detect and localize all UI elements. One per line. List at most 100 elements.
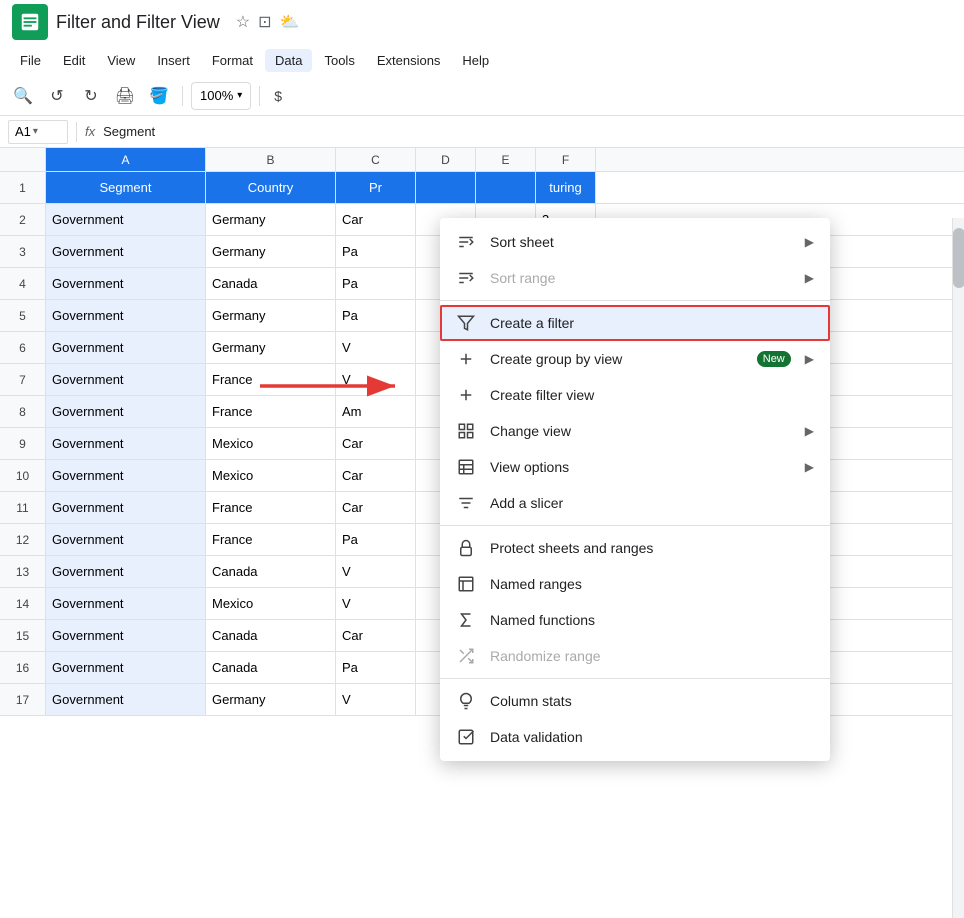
cell-country-5[interactable]: Germany bbox=[206, 300, 336, 331]
cell-C1[interactable]: Pr bbox=[336, 172, 416, 203]
cell-c-7[interactable]: V bbox=[336, 364, 416, 395]
currency-btn[interactable]: $ bbox=[268, 86, 288, 106]
valid-icon bbox=[456, 727, 476, 747]
cell-c-5[interactable]: Pa bbox=[336, 300, 416, 331]
cell-reference[interactable]: A1 ▾ bbox=[8, 120, 68, 144]
menu-data[interactable]: Data bbox=[265, 49, 312, 72]
cell-country-3[interactable]: Germany bbox=[206, 236, 336, 267]
cell-country-9[interactable]: Mexico bbox=[206, 428, 336, 459]
cell-country-2[interactable]: Germany bbox=[206, 204, 336, 235]
camera-icon[interactable]: ⊡ bbox=[258, 12, 271, 32]
cell-country-13[interactable]: Canada bbox=[206, 556, 336, 587]
zoom-dropdown-icon: ▾ bbox=[237, 90, 242, 101]
cell-country-14[interactable]: Mexico bbox=[206, 588, 336, 619]
cell-c-10[interactable]: Car bbox=[336, 460, 416, 491]
menu-insert[interactable]: Insert bbox=[147, 49, 200, 72]
menu-item-change-view[interactable]: Change view ▶ bbox=[440, 413, 830, 449]
cell-country-17[interactable]: Germany bbox=[206, 684, 336, 715]
cell-segment-11[interactable]: Government bbox=[46, 492, 206, 523]
menu-file[interactable]: File bbox=[10, 49, 51, 72]
cell-A1[interactable]: Segment bbox=[46, 172, 206, 203]
menu-view[interactable]: View bbox=[97, 49, 145, 72]
cell-c-9[interactable]: Car bbox=[336, 428, 416, 459]
cell-segment-14[interactable]: Government bbox=[46, 588, 206, 619]
cell-c-12[interactable]: Pa bbox=[336, 524, 416, 555]
cell-segment-8[interactable]: Government bbox=[46, 396, 206, 427]
redo-btn[interactable]: ↻ bbox=[76, 81, 106, 111]
cell-country-11[interactable]: France bbox=[206, 492, 336, 523]
cell-country-8[interactable]: France bbox=[206, 396, 336, 427]
cell-segment-12[interactable]: Government bbox=[46, 524, 206, 555]
col-header-F[interactable]: F bbox=[536, 148, 596, 171]
menu-item-protect-sheets[interactable]: Protect sheets and ranges bbox=[440, 530, 830, 566]
cell-segment-15[interactable]: Government bbox=[46, 620, 206, 651]
undo-btn[interactable]: ↺ bbox=[42, 81, 72, 111]
cell-c-13[interactable]: V bbox=[336, 556, 416, 587]
menu-tools[interactable]: Tools bbox=[314, 49, 364, 72]
cell-country-7[interactable]: France bbox=[206, 364, 336, 395]
menu-item-column-stats[interactable]: Column stats bbox=[440, 683, 830, 719]
menu-extensions[interactable]: Extensions bbox=[367, 49, 451, 72]
print-btn[interactable]: 🖨 bbox=[110, 81, 140, 111]
cell-c-16[interactable]: Pa bbox=[336, 652, 416, 683]
menu-item-sort-sheet[interactable]: Sort sheet ▶ bbox=[440, 224, 830, 260]
zoom-selector[interactable]: 100% ▾ bbox=[191, 82, 251, 110]
cell-country-15[interactable]: Canada bbox=[206, 620, 336, 651]
cell-segment-6[interactable]: Government bbox=[46, 332, 206, 363]
menu-format[interactable]: Format bbox=[202, 49, 263, 72]
cell-segment-13[interactable]: Government bbox=[46, 556, 206, 587]
menu-item-create-filter[interactable]: Create a filter bbox=[440, 305, 830, 341]
row-num-2: 2 bbox=[0, 204, 46, 235]
menu-item-label-data-validation: Data validation bbox=[490, 729, 814, 745]
cell-segment-7[interactable]: Government bbox=[46, 364, 206, 395]
menu-item-data-validation[interactable]: Data validation bbox=[440, 719, 830, 755]
cell-c-17[interactable]: V bbox=[336, 684, 416, 715]
cell-c-2[interactable]: Car bbox=[336, 204, 416, 235]
cell-c-15[interactable]: Car bbox=[336, 620, 416, 651]
cell-country-10[interactable]: Mexico bbox=[206, 460, 336, 491]
search-btn[interactable]: 🔍 bbox=[8, 81, 38, 111]
col-header-E[interactable]: E bbox=[476, 148, 536, 171]
scrollbar-thumb[interactable] bbox=[953, 228, 964, 288]
cell-segment-2[interactable]: Government bbox=[46, 204, 206, 235]
menu-item-view-options[interactable]: View options ▶ bbox=[440, 449, 830, 485]
menu-item-named-ranges[interactable]: Named ranges bbox=[440, 566, 830, 602]
cell-D1[interactable] bbox=[416, 172, 476, 203]
cloud-icon[interactable]: ⛅ bbox=[279, 12, 299, 32]
menu-item-create-group-view[interactable]: Create group by view New ▶ bbox=[440, 341, 830, 377]
cell-F1[interactable]: turing bbox=[536, 172, 596, 203]
cell-c-4[interactable]: Pa bbox=[336, 268, 416, 299]
menu-item-create-filter-view[interactable]: Create filter view bbox=[440, 377, 830, 413]
cell-E1[interactable] bbox=[476, 172, 536, 203]
cell-c-11[interactable]: Car bbox=[336, 492, 416, 523]
cell-c-3[interactable]: Pa bbox=[336, 236, 416, 267]
col-header-A[interactable]: A bbox=[46, 148, 206, 171]
row-num-15: 15 bbox=[0, 620, 46, 651]
col-header-B[interactable]: B bbox=[206, 148, 336, 171]
cell-country-12[interactable]: France bbox=[206, 524, 336, 555]
col-header-D[interactable]: D bbox=[416, 148, 476, 171]
menu-help[interactable]: Help bbox=[452, 49, 499, 72]
cell-segment-5[interactable]: Government bbox=[46, 300, 206, 331]
cell-segment-17[interactable]: Government bbox=[46, 684, 206, 715]
cell-B1[interactable]: Country bbox=[206, 172, 336, 203]
star-icon[interactable]: ☆ bbox=[236, 12, 250, 32]
menu-item-add-slicer[interactable]: Add a slicer bbox=[440, 485, 830, 521]
cell-segment-16[interactable]: Government bbox=[46, 652, 206, 683]
cell-segment-3[interactable]: Government bbox=[46, 236, 206, 267]
cell-segment-9[interactable]: Government bbox=[46, 428, 206, 459]
cell-c-14[interactable]: V bbox=[336, 588, 416, 619]
cell-segment-10[interactable]: Government bbox=[46, 460, 206, 491]
scrollbar[interactable] bbox=[952, 218, 964, 918]
row-num-8: 8 bbox=[0, 396, 46, 427]
menu-item-named-functions[interactable]: Named functions bbox=[440, 602, 830, 638]
menu-edit[interactable]: Edit bbox=[53, 49, 95, 72]
cell-c-8[interactable]: Am bbox=[336, 396, 416, 427]
col-header-C[interactable]: C bbox=[336, 148, 416, 171]
cell-country-6[interactable]: Germany bbox=[206, 332, 336, 363]
cell-segment-4[interactable]: Government bbox=[46, 268, 206, 299]
cell-country-16[interactable]: Canada bbox=[206, 652, 336, 683]
cell-country-4[interactable]: Canada bbox=[206, 268, 336, 299]
cell-c-6[interactable]: V bbox=[336, 332, 416, 363]
paint-format-btn[interactable]: 🪣 bbox=[144, 81, 174, 111]
